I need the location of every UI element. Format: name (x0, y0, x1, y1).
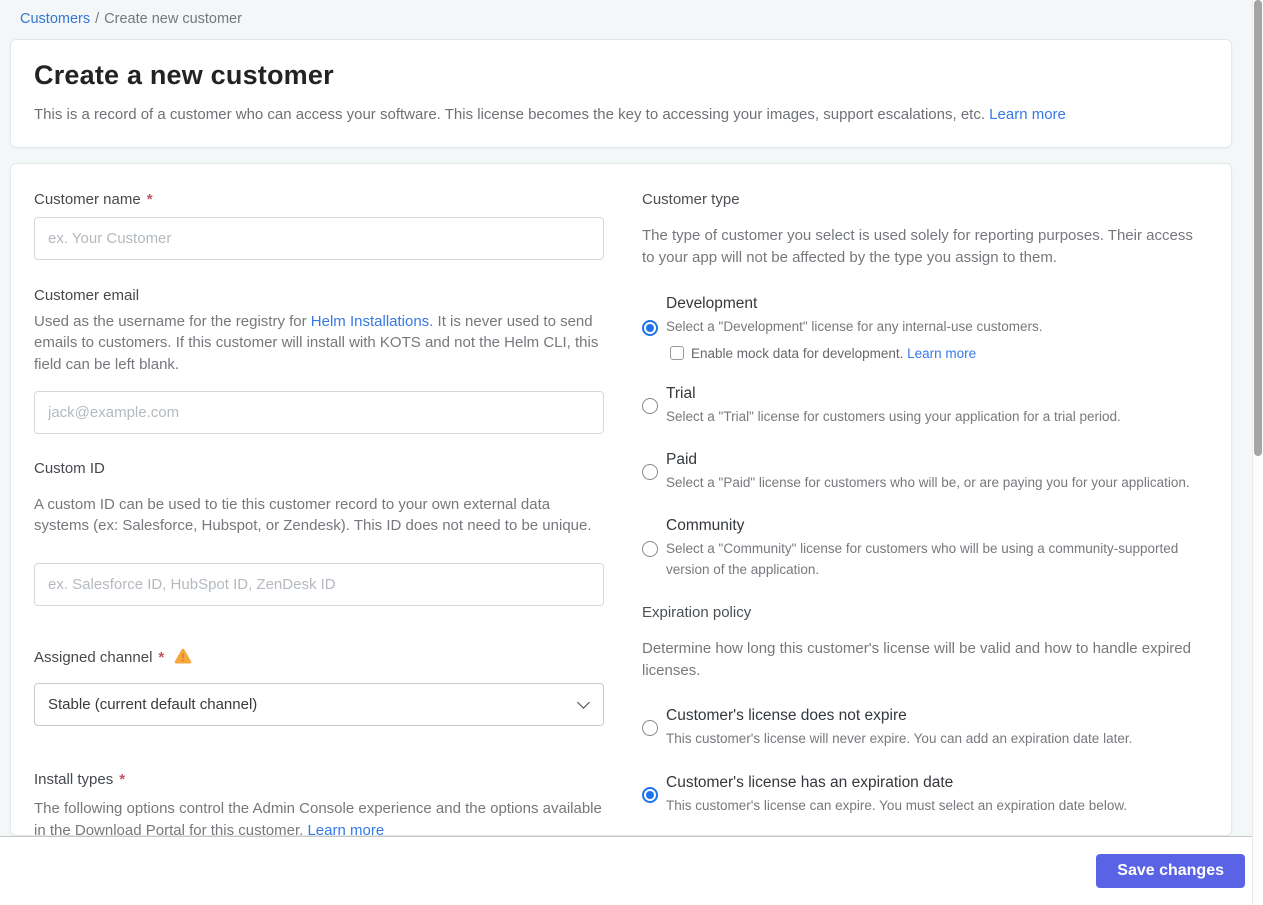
option-title-trial: Trial (666, 384, 696, 402)
assigned-channel-group: Assigned channel * Stable (current defau… (34, 647, 604, 727)
radio-development[interactable] (642, 319, 658, 336)
option-title-paid: Paid (666, 451, 698, 468)
required-asterisk: * (158, 648, 165, 666)
assigned-channel-select-wrap: Stable (current default channel) (34, 683, 604, 727)
customer-type-intro: The type of customer you select is used … (642, 227, 1193, 266)
form-left-column: Customer name * Customer email Used as t… (34, 191, 604, 835)
customer-email-help: Used as the username for the registry fo… (34, 311, 604, 375)
mock-data-checkbox[interactable] (670, 346, 684, 361)
helm-installations-link[interactable]: Helm Installations (311, 313, 429, 330)
option-text: Community Select a "Community" license f… (666, 517, 1199, 580)
breadcrumb-customers-link[interactable]: Customers (20, 11, 90, 27)
option-text: Development Select a "Development" licen… (666, 295, 1199, 361)
required-asterisk: * (146, 191, 153, 208)
footer-save-bar: Save changes (0, 836, 1263, 905)
customer-name-input[interactable] (34, 217, 604, 260)
save-button[interactable]: Save changes (1096, 854, 1245, 888)
warning-icon (174, 648, 192, 668)
option-text: Customer's license has an expiration dat… (666, 774, 1199, 816)
page-title: Create a new customer (34, 60, 334, 90)
option-title-development: Development (666, 294, 758, 312)
customer-type-option-community: Community Select a "Community" license f… (642, 517, 1199, 580)
header-card: Create a new customer This is a record o… (10, 39, 1232, 148)
custom-id-label: Custom ID (34, 460, 604, 477)
radio-community[interactable] (642, 540, 658, 557)
breadcrumb-current: Create new customer (104, 11, 242, 27)
email-help-before: Used as the username for the registry fo… (34, 313, 311, 330)
custom-id-help: A custom ID can be used to tie this cust… (34, 495, 592, 535)
vertical-scrollbar-track[interactable] (1252, 0, 1263, 905)
create-customer-form: Customer name * Customer email Used as t… (10, 163, 1232, 836)
customer-email-label-text: Customer email (34, 287, 140, 304)
install-types-label: Install types * (34, 771, 604, 788)
assigned-channel-select[interactable]: Stable (current default channel) (34, 683, 604, 727)
option-title-community: Community (666, 517, 745, 535)
radio-license-has-expiration[interactable] (642, 786, 658, 803)
required-asterisk: * (119, 771, 126, 789)
expiration-policy-heading: Expiration policy (642, 603, 752, 621)
option-text: Trial Select a "Trial" license for custo… (666, 385, 1199, 427)
customer-email-input[interactable] (34, 390, 604, 434)
option-desc-paid: Select a "Paid" license for customers wh… (666, 475, 1190, 490)
expiration-option-no-expire: Customer's license does not expire This … (642, 707, 1199, 749)
option-text: Paid Select a "Paid" license for custome… (666, 451, 1199, 493)
option-desc-community: Select a "Community" license for custome… (666, 541, 1179, 577)
custom-id-input[interactable] (34, 563, 604, 607)
radio-license-does-not-expire[interactable] (642, 720, 658, 737)
option-title-no-expire: Customer's license does not expire (666, 707, 907, 725)
mock-data-learn-more-link[interactable]: Learn more (907, 346, 976, 361)
expiration-option-has-date: Customer's license has an expiration dat… (642, 774, 1199, 816)
mock-data-label: Enable mock data for development. Learn … (691, 346, 976, 361)
option-desc-has-date: This customer's license can expire. You … (666, 797, 1128, 813)
header-description-text: This is a record of a customer who can a… (34, 106, 990, 123)
customer-name-label: Customer name * (34, 191, 604, 208)
option-title-has-date: Customer's license has an expiration dat… (666, 773, 954, 791)
mock-data-label-text: Enable mock data for development. (691, 345, 908, 361)
radio-trial[interactable] (642, 397, 658, 414)
radio-paid[interactable] (642, 464, 658, 481)
mock-data-row: Enable mock data for development. Learn … (670, 346, 1199, 361)
install-types-help: The following options control the Admin … (34, 798, 604, 835)
customer-type-heading: Customer type (642, 191, 740, 208)
option-desc-no-expire: This customer's license will never expir… (666, 731, 1133, 747)
assigned-channel-label: Assigned channel * (34, 647, 604, 667)
customer-type-option-development: Development Select a "Development" licen… (642, 295, 1199, 361)
vertical-scrollbar-thumb[interactable] (1254, 0, 1262, 456)
install-types-label-text: Install types (34, 771, 114, 789)
breadcrumb-separator: / (95, 11, 100, 27)
breadcrumb: Customers / Create new customer (0, 0, 1263, 39)
header-learn-more-link[interactable]: Learn more (989, 106, 1066, 123)
customer-type-option-paid: Paid Select a "Paid" license for custome… (642, 451, 1199, 493)
customer-email-label: Customer email (34, 287, 604, 304)
custom-id-label-text: Custom ID (34, 459, 105, 477)
assigned-channel-label-text: Assigned channel (34, 648, 153, 666)
install-types-group: Install types * The following options co… (34, 771, 604, 835)
install-types-learn-more-link[interactable]: Learn more (307, 822, 384, 835)
option-desc-development: Select a "Development" license for any i… (666, 318, 1043, 334)
expiration-policy-intro: Determine how long this customer's licen… (642, 639, 1191, 679)
customer-type-option-trial: Trial Select a "Trial" license for custo… (642, 385, 1199, 427)
form-right-column: Customer type The type of customer you s… (642, 191, 1199, 835)
header-description: This is a record of a customer who can a… (34, 106, 1207, 123)
customer-name-group: Customer name * (34, 191, 604, 260)
option-text: Customer's license does not expire This … (666, 707, 1199, 749)
customer-name-label-text: Customer name (34, 191, 141, 208)
option-desc-trial: Select a "Trial" license for customers u… (666, 408, 1121, 424)
customer-email-group: Customer email Used as the username for … (34, 287, 604, 434)
custom-id-group: Custom ID A custom ID can be used to tie… (34, 460, 604, 607)
